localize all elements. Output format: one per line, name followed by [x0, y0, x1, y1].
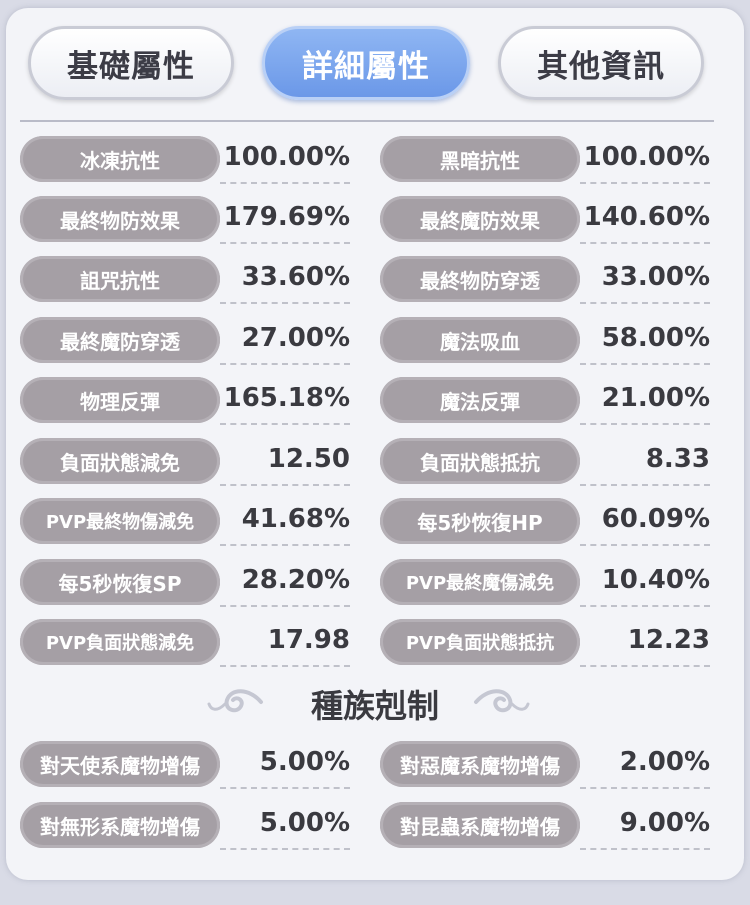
dotted-divider — [220, 544, 350, 546]
stat-value: 179.69% — [223, 202, 350, 232]
stat-label: 魔法反彈 — [380, 377, 580, 423]
stat-label: 負面狀態減免 — [20, 438, 220, 484]
dotted-divider — [580, 605, 710, 607]
stat-label: 最終物防穿透 — [380, 256, 580, 302]
stat-row: 負面狀態抵抗 8.33 — [380, 438, 710, 486]
dotted-divider — [580, 665, 710, 667]
stat-label: PVP負面狀態抵抗 — [380, 619, 580, 665]
stat-value: 10.40% — [601, 565, 710, 595]
stat-value: 12.50 — [267, 444, 350, 474]
dotted-divider — [580, 242, 710, 244]
stat-label: 黑暗抗性 — [380, 136, 580, 182]
dotted-divider — [580, 848, 710, 850]
stat-value: 27.00% — [241, 323, 350, 353]
dotted-divider — [580, 182, 710, 184]
dotted-divider — [220, 484, 350, 486]
dotted-divider — [220, 182, 350, 184]
stat-value: 8.33 — [645, 444, 710, 474]
stat-value: 9.00% — [619, 808, 710, 838]
stat-label: 負面狀態抵抗 — [380, 438, 580, 484]
race-row: 對昆蟲系魔物增傷 9.00% — [380, 802, 710, 850]
dotted-divider — [580, 484, 710, 486]
stat-label: 對昆蟲系魔物增傷 — [380, 802, 580, 848]
stat-row: 冰凍抗性 100.00% — [20, 136, 350, 184]
stat-row: 最終物防穿透 33.00% — [380, 256, 710, 304]
stat-value: 5.00% — [259, 808, 350, 838]
stat-value: 41.68% — [241, 504, 350, 534]
stat-value: 100.00% — [583, 142, 710, 172]
stat-row: PVP負面狀態抵抗 12.23 — [380, 619, 710, 667]
stat-value: 28.20% — [241, 565, 350, 595]
race-row: 對天使系魔物增傷 5.00% — [20, 741, 350, 789]
stat-label: PVP負面狀態減免 — [20, 619, 220, 665]
stat-label: 對無形系魔物增傷 — [20, 802, 220, 848]
stat-value: 17.98 — [267, 625, 350, 655]
stat-row: PVP最終物傷減免 41.68% — [20, 498, 350, 546]
stat-row: PVP最終魔傷減免 10.40% — [380, 559, 710, 607]
dotted-divider — [220, 665, 350, 667]
tab-other-info[interactable]: 其他資訊 — [498, 26, 704, 100]
stat-label: 物理反彈 — [20, 377, 220, 423]
stat-row: 負面狀態減免 12.50 — [20, 438, 350, 486]
stat-label: 對天使系魔物增傷 — [20, 741, 220, 787]
stat-row: 最終魔防效果 140.60% — [380, 196, 710, 244]
dotted-divider — [220, 605, 350, 607]
stat-value: 5.00% — [259, 747, 350, 777]
stat-row: 每5秒恢復HP 60.09% — [380, 498, 710, 546]
dotted-divider — [220, 242, 350, 244]
race-row: 對惡魔系魔物增傷 2.00% — [380, 741, 710, 789]
stat-value: 60.09% — [601, 504, 710, 534]
stat-value: 12.23 — [627, 625, 710, 655]
stat-label: 詛咒抗性 — [20, 256, 220, 302]
race-row: 對無形系魔物增傷 5.00% — [20, 802, 350, 850]
stat-row: 最終魔防穿透 27.00% — [20, 317, 350, 365]
tab-basic-attributes[interactable]: 基礎屬性 — [28, 26, 234, 100]
stat-value: 33.00% — [601, 262, 710, 292]
stat-row: 最終物防效果 179.69% — [20, 196, 350, 244]
stat-value: 100.00% — [223, 142, 350, 172]
right-flourish-icon — [474, 689, 530, 713]
stat-value: 140.60% — [583, 202, 710, 232]
stat-value: 21.00% — [601, 383, 710, 413]
stat-label: 對惡魔系魔物增傷 — [380, 741, 580, 787]
stat-label: 最終魔防效果 — [380, 196, 580, 242]
dotted-divider — [580, 544, 710, 546]
stat-label: 每5秒恢復HP — [380, 498, 580, 544]
stat-label: 每5秒恢復SP — [20, 559, 220, 605]
stat-value: 58.00% — [601, 323, 710, 353]
dotted-divider — [220, 423, 350, 425]
stat-label: 魔法吸血 — [380, 317, 580, 363]
stat-row: 魔法吸血 58.00% — [380, 317, 710, 365]
dotted-divider — [580, 302, 710, 304]
stat-value: 165.18% — [223, 383, 350, 413]
dotted-divider — [580, 423, 710, 425]
stat-label: 冰凍抗性 — [20, 136, 220, 182]
stat-row: PVP負面狀態減免 17.98 — [20, 619, 350, 667]
section-title-race: 種族剋制 — [310, 687, 439, 725]
stat-row: 詛咒抗性 33.60% — [20, 256, 350, 304]
dotted-divider — [580, 787, 710, 789]
stat-row: 黑暗抗性 100.00% — [380, 136, 710, 184]
stat-label: 最終物防效果 — [20, 196, 220, 242]
stat-label: PVP最終魔傷減免 — [380, 559, 580, 605]
stat-label: 最終魔防穿透 — [20, 317, 220, 363]
dotted-divider — [220, 302, 350, 304]
dotted-divider — [220, 787, 350, 789]
dotted-divider — [220, 363, 350, 365]
stat-label: PVP最終物傷減免 — [20, 498, 220, 544]
stat-row: 物理反彈 165.18% — [20, 377, 350, 425]
stat-row: 每5秒恢復SP 28.20% — [20, 559, 350, 607]
stat-row: 魔法反彈 21.00% — [380, 377, 710, 425]
tab-detailed-attributes[interactable]: 詳細屬性 — [262, 26, 470, 100]
dotted-divider — [580, 363, 710, 365]
stat-value: 2.00% — [619, 747, 710, 777]
stat-value: 33.60% — [241, 262, 350, 292]
tab-divider — [20, 120, 714, 122]
dotted-divider — [220, 848, 350, 850]
